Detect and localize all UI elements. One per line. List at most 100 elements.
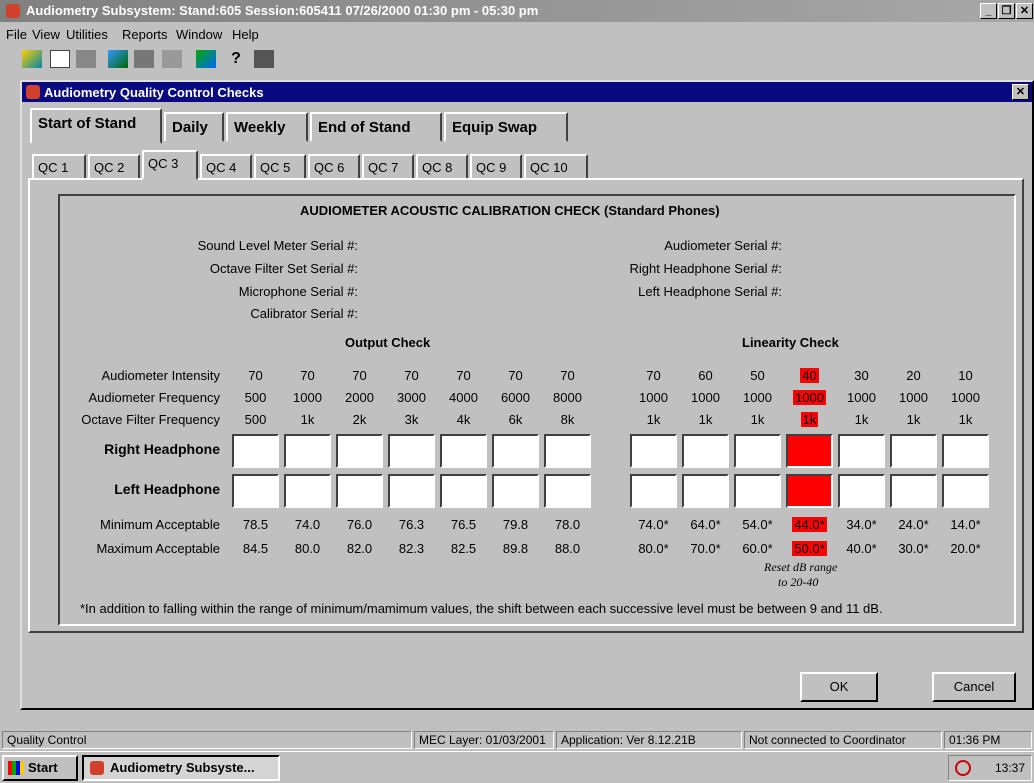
right-headphone-linearity-input[interactable] — [890, 434, 937, 468]
linearity-min-cell: 24.0* — [890, 517, 937, 535]
tab-equip-swap[interactable]: Equip Swap — [444, 112, 568, 142]
tab-qc1[interactable]: QC 1 — [32, 154, 86, 180]
right-headphone-output-input[interactable] — [336, 434, 383, 468]
linearity-min-value: 34.0* — [846, 517, 877, 532]
linearity-max-cell: 60.0* — [734, 541, 781, 559]
linearity-frequency-cell: 1000 — [890, 390, 937, 408]
linearity-max-value: 80.0* — [638, 541, 669, 556]
left-headphone-linearity-input[interactable] — [786, 474, 833, 508]
menu-view[interactable]: View — [32, 27, 60, 42]
right-headphone-output-input[interactable] — [544, 434, 591, 468]
calibrator-serial-label: Calibrator Serial #: — [250, 306, 358, 321]
ok-button[interactable]: OK — [800, 672, 878, 702]
tab-daily[interactable]: Daily — [164, 112, 224, 142]
tab-end-of-stand[interactable]: End of Stand — [310, 112, 442, 142]
linearity-octave-value: 1k — [800, 412, 819, 427]
print-icon[interactable] — [76, 50, 96, 68]
left-headphone-linearity-input[interactable] — [734, 474, 781, 508]
tab-qc8[interactable]: QC 8 — [416, 154, 468, 180]
linearity-max-cell: 50.0* — [786, 541, 833, 559]
tool-icon[interactable] — [134, 50, 154, 68]
cancel-button[interactable]: Cancel — [932, 672, 1016, 702]
left-headphone-output-input[interactable] — [284, 474, 331, 508]
linearity-min-cell: 64.0* — [682, 517, 729, 535]
people-icon[interactable] — [108, 50, 128, 68]
right-headphone-linearity-input[interactable] — [942, 434, 989, 468]
menu-file[interactable]: File — [6, 27, 27, 42]
taskbar-app-button[interactable]: Audiometry Subsyste... — [82, 755, 280, 781]
left-headphone-linearity-input[interactable] — [942, 474, 989, 508]
left-headphone-output-input[interactable] — [492, 474, 539, 508]
network-icon[interactable] — [196, 50, 216, 68]
right-headphone-output-input[interactable] — [232, 434, 279, 468]
linearity-intensity-value: 60 — [698, 368, 713, 383]
tab-qc2[interactable]: QC 2 — [88, 154, 140, 180]
dialog-close-button[interactable]: ✕ — [1012, 84, 1029, 100]
left-headphone-output-input[interactable] — [440, 474, 487, 508]
right-headphone-output-input[interactable] — [492, 434, 539, 468]
reset-note-line1: Reset dB range — [764, 560, 838, 574]
left-headphone-output-input[interactable] — [388, 474, 435, 508]
right-headphone-linearity-input[interactable] — [682, 434, 729, 468]
linearity-max-cell: 30.0* — [890, 541, 937, 559]
minimize-button[interactable]: _ — [980, 3, 997, 19]
tab-qc6[interactable]: QC 6 — [308, 154, 360, 180]
linearity-min-cell: 44.0* — [786, 517, 833, 535]
close-button[interactable]: ✕ — [1016, 3, 1033, 19]
tab-qc10[interactable]: QC 10 — [524, 154, 588, 180]
menu-window[interactable]: Window — [176, 27, 222, 42]
status-mec: MEC Layer: 01/03/2001 — [414, 731, 554, 749]
tab-start-of-stand[interactable]: Start of Stand — [30, 108, 162, 144]
right-headphone-linearity-input[interactable] — [838, 434, 885, 468]
output-min-cell: 76.5 — [450, 517, 477, 532]
right-headphone-output-input[interactable] — [440, 434, 487, 468]
microphone-serial-label: Microphone Serial #: — [238, 284, 358, 299]
right-headphone-linearity-input[interactable] — [786, 434, 833, 468]
left-headphone-linearity-input[interactable] — [890, 474, 937, 508]
left-headphone-linearity-input[interactable] — [630, 474, 677, 508]
left-headphone-output-input[interactable] — [544, 474, 591, 508]
tab-qc7[interactable]: QC 7 — [362, 154, 414, 180]
tab-qc3[interactable]: QC 3 — [142, 150, 198, 180]
restore-button[interactable]: ❐ — [998, 3, 1015, 19]
tab-qc4[interactable]: QC 4 — [200, 154, 252, 180]
linearity-frequency-value: 1000 — [847, 390, 876, 405]
document-icon[interactable] — [50, 50, 70, 68]
linearity-intensity-cell: 60 — [682, 368, 729, 386]
app-title: Audiometry Subsystem: Stand:605 Session:… — [26, 3, 539, 18]
left-headphone-output-input[interactable] — [232, 474, 279, 508]
linearity-max-cell: 80.0* — [630, 541, 677, 559]
left-headphone-output-input[interactable] — [336, 474, 383, 508]
start-button[interactable]: Start — [2, 755, 78, 781]
exit-icon[interactable] — [254, 50, 274, 68]
monitor-icon[interactable] — [162, 50, 182, 68]
help-icon[interactable]: ? — [226, 50, 246, 68]
menu-utilities[interactable]: Utilities — [66, 27, 108, 42]
output-frequency-cell: 4000 — [449, 390, 478, 405]
output-frequency-cell: 1000 — [293, 390, 322, 405]
menu-help[interactable]: Help — [232, 27, 259, 42]
linearity-octave-value: 1k — [750, 412, 765, 427]
output-intensity-cell: 70 — [404, 368, 419, 383]
status-application: Application: Ver 8.12.21B — [556, 731, 742, 749]
linearity-octave-cell: 1k — [682, 412, 729, 430]
right-headphone-linearity-input[interactable] — [734, 434, 781, 468]
linearity-octave-cell: 1k — [942, 412, 989, 430]
tab-weekly[interactable]: Weekly — [226, 112, 308, 142]
right-headphone-linearity-input[interactable] — [630, 434, 677, 468]
tab-qc9[interactable]: QC 9 — [470, 154, 522, 180]
linearity-intensity-value: 10 — [958, 368, 973, 383]
linearity-frequency-value: 1000 — [793, 390, 826, 405]
tab-qc5[interactable]: QC 5 — [254, 154, 306, 180]
left-headphone-linearity-input[interactable] — [838, 474, 885, 508]
left-headphone-linearity-input[interactable] — [682, 474, 729, 508]
output-max-cell: 84.5 — [242, 541, 269, 556]
linearity-check-title: Linearity Check — [742, 335, 839, 350]
right-headphone-output-input[interactable] — [284, 434, 331, 468]
menu-reports[interactable]: Reports — [122, 27, 168, 42]
right-headphone-output-input[interactable] — [388, 434, 435, 468]
right-headphone-serial-label: Right Headphone Serial #: — [629, 261, 783, 276]
dialog-title: Audiometry Quality Control Checks — [44, 85, 264, 100]
new-icon[interactable] — [22, 50, 42, 68]
output-frequency-cell: 3000 — [397, 390, 426, 405]
